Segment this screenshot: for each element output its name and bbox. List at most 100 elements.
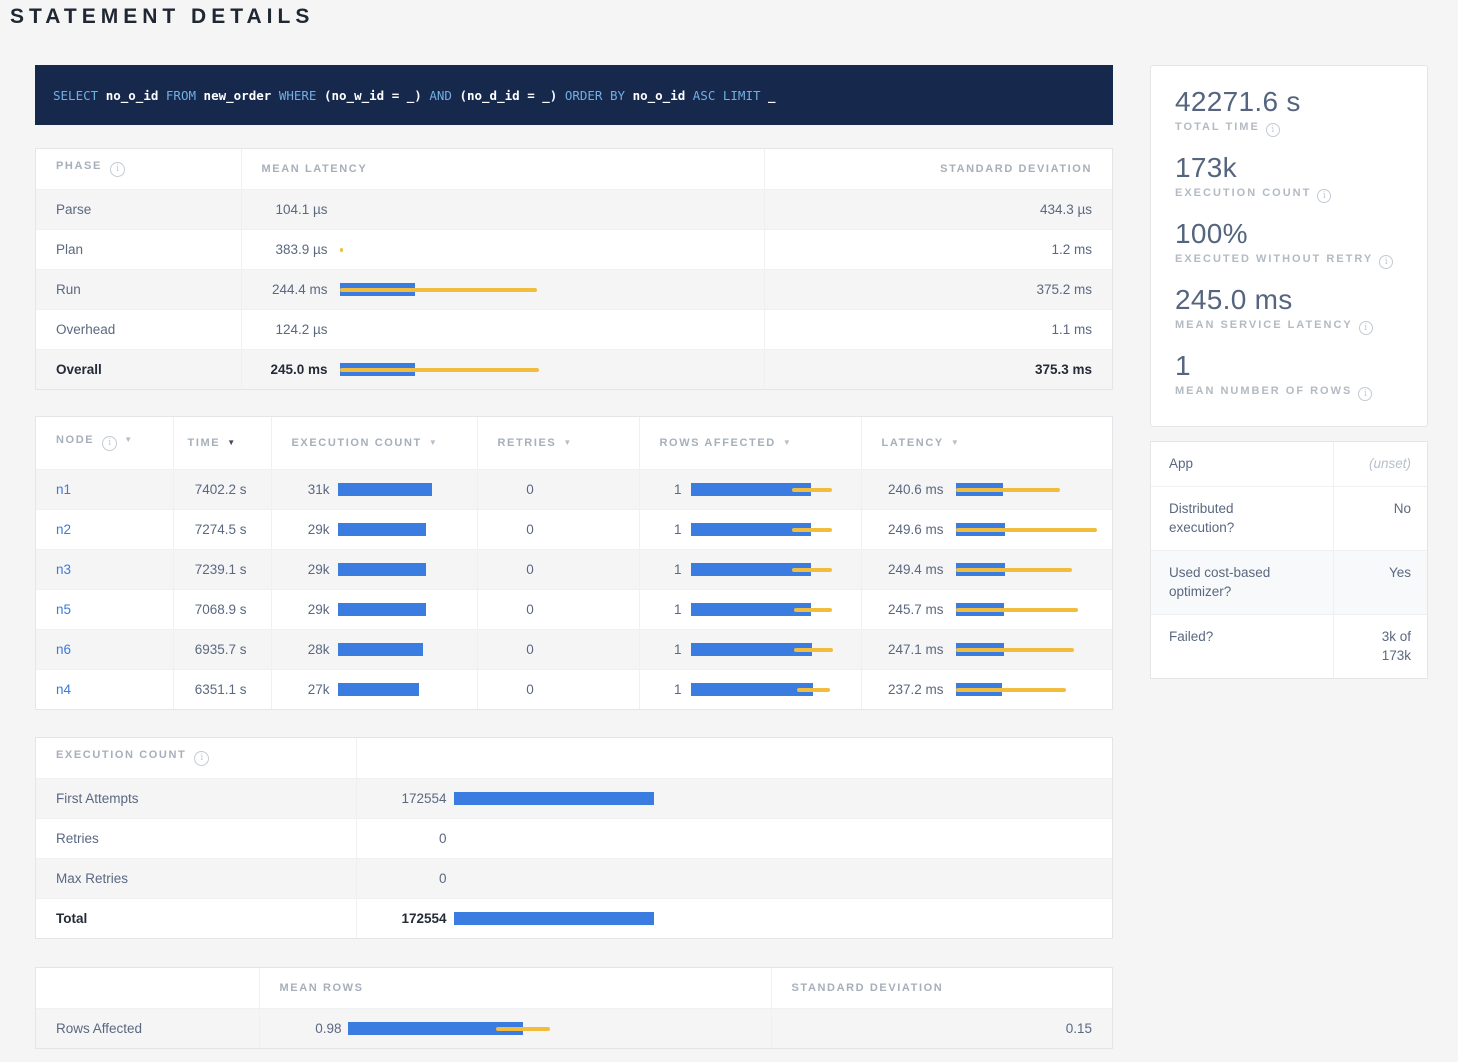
- exec-row-label: First Attempts: [56, 791, 139, 806]
- table-row: n1 7402.2 s 31k 0 1 240.6 ms: [36, 469, 1112, 509]
- stat-label: MEAN NUMBER OF ROWS: [1175, 385, 1352, 397]
- info-icon[interactable]: i: [102, 436, 117, 451]
- sort-arrow-icon: ▼: [783, 438, 791, 447]
- stat-label: EXECUTION COUNT: [1175, 187, 1311, 199]
- detail-value: (unset): [1369, 456, 1411, 471]
- detail-label: Distributed execution?: [1169, 499, 1277, 538]
- node-link[interactable]: n4: [56, 682, 71, 697]
- std-dev-value: 434.3 µs: [1040, 202, 1092, 217]
- sort-arrow-icon: ▼: [227, 438, 235, 447]
- node-link[interactable]: n6: [56, 642, 71, 657]
- node-column-header[interactable]: NODEi▼: [36, 417, 173, 469]
- info-icon[interactable]: i: [1317, 189, 1331, 203]
- node-link[interactable]: n2: [56, 522, 71, 537]
- sort-arrow-icon: ▼: [951, 438, 959, 447]
- statement-details-table: App (unset) Distributed execution? No Us…: [1151, 442, 1427, 678]
- rows-affected-header-row: MEAN ROWS STANDARD DEVIATION: [36, 968, 1112, 1008]
- execution-count-bar: [338, 683, 478, 696]
- phase-table-card: PHASEi MEAN LATENCY STANDARD DEVIATION P…: [35, 148, 1113, 390]
- latency-value: 247.1 ms: [862, 642, 944, 657]
- rows-affected-column-header[interactable]: ROWS AFFECTED▼: [639, 417, 861, 469]
- rows-affected-value: 1: [640, 682, 682, 697]
- table-row: Rows Affected 0.98 0.15: [36, 1008, 1112, 1048]
- table-row: Run 244.4 ms 375.2 ms: [36, 269, 1112, 309]
- std-dev-value: 0.15: [1066, 1021, 1092, 1036]
- phase-label: Overall: [56, 362, 102, 377]
- execution-count-header-label: EXECUTION COUNT: [292, 437, 422, 449]
- latency-value: 249.4 ms: [862, 562, 944, 577]
- stat-executed-without-retry: 100% EXECUTED WITHOUT RETRYi: [1175, 218, 1403, 269]
- rows-affected-bar: [691, 643, 843, 656]
- info-icon[interactable]: i: [1379, 255, 1393, 269]
- latency-bar: [956, 523, 1118, 536]
- info-icon[interactable]: i: [110, 162, 125, 177]
- phase-column-header[interactable]: PHASEi: [36, 149, 241, 189]
- mean-latency-column-header[interactable]: MEAN LATENCY: [241, 149, 764, 189]
- execution-count-value: 29k: [272, 602, 330, 617]
- time-value: 7402.2 s: [195, 482, 247, 497]
- detail-label: App: [1169, 454, 1193, 474]
- stat-value: 1: [1175, 350, 1403, 382]
- std-dev-value: 1.2 ms: [1051, 242, 1092, 257]
- mean-rows-value: 0.98: [260, 1021, 342, 1036]
- node-table-header-row: NODEi▼ TIME▼ EXECUTION COUNT▼ RETRIES▼ R…: [36, 417, 1112, 469]
- summary-stats-card: 42271.6 s TOTAL TIMEi 173k EXECUTION COU…: [1150, 65, 1428, 427]
- stat-label: TOTAL TIME: [1175, 121, 1260, 133]
- stat-value: 245.0 ms: [1175, 284, 1403, 316]
- node-link[interactable]: n3: [56, 562, 71, 577]
- exec-count-value: 0: [357, 831, 447, 846]
- time-value: 7068.9 s: [195, 602, 247, 617]
- detail-value: 3k of 173k: [1365, 627, 1411, 666]
- std-dev-value: 375.3 ms: [1035, 362, 1092, 377]
- mean-latency-value: 244.4 ms: [242, 282, 328, 297]
- table-row: Max Retries 0: [36, 858, 1112, 898]
- phase-table-header-row: PHASEi MEAN LATENCY STANDARD DEVIATION: [36, 149, 1112, 189]
- table-row: n2 7274.5 s 29k 0 1 249.6 ms: [36, 509, 1112, 549]
- table-row: First Attempts 172554: [36, 778, 1112, 818]
- exec-count-value: 172554: [357, 791, 447, 806]
- retries-column-header[interactable]: RETRIES▼: [477, 417, 639, 469]
- mean-latency-value: 383.9 µs: [242, 242, 328, 257]
- node-link[interactable]: n1: [56, 482, 71, 497]
- node-link[interactable]: n5: [56, 602, 71, 617]
- stat-label: EXECUTED WITHOUT RETRY: [1175, 253, 1373, 265]
- execution-count-column-header[interactable]: EXECUTION COUNT▼: [271, 417, 477, 469]
- execution-count-value: 29k: [272, 562, 330, 577]
- execution-count-bar: [338, 523, 478, 536]
- detail-row-distributed-execution: Distributed execution? No: [1151, 486, 1427, 550]
- latency-value: 249.6 ms: [862, 522, 944, 537]
- rows-affected-bar: [691, 483, 843, 496]
- info-icon[interactable]: i: [194, 751, 209, 766]
- mean-latency-value: 245.0 ms: [242, 362, 328, 377]
- latency-column-header[interactable]: LATENCY ▼: [861, 417, 1112, 469]
- rows-affected-bar: [691, 563, 843, 576]
- execution-count-bar: [338, 483, 478, 496]
- mean-latency-value: 104.1 µs: [242, 202, 328, 217]
- info-icon[interactable]: i: [1358, 387, 1372, 401]
- mean-latency-header-label: MEAN LATENCY: [262, 163, 368, 175]
- info-icon[interactable]: i: [1359, 321, 1373, 335]
- detail-row-failed: Failed? 3k of 173k: [1151, 614, 1427, 678]
- time-column-header[interactable]: TIME▼: [173, 417, 271, 469]
- exec-row-label: Total: [56, 911, 87, 926]
- rows-affected-header-spacer: [36, 968, 259, 1008]
- stat-execution-count: 173k EXECUTION COUNTi: [1175, 152, 1403, 203]
- retries-value: 0: [526, 602, 534, 617]
- retries-value: 0: [526, 482, 534, 497]
- standard-deviation-column-header[interactable]: STANDARD DEVIATION: [764, 149, 1112, 189]
- table-row: Retries 0: [36, 818, 1112, 858]
- summary-sidebar: 42271.6 s TOTAL TIMEi 173k EXECUTION COU…: [1150, 65, 1428, 679]
- execution-count-value: 29k: [272, 522, 330, 537]
- rows-affected-value: 1: [640, 522, 682, 537]
- latency-bar: [956, 683, 1118, 696]
- page-title: STATEMENT DETAILS: [10, 5, 314, 29]
- info-icon[interactable]: i: [1266, 123, 1280, 137]
- latency-header-label: LATENCY: [882, 437, 944, 449]
- table-row: n6 6935.7 s 28k 0 1 247.1 ms: [36, 629, 1112, 669]
- time-value: 7239.1 s: [195, 562, 247, 577]
- stat-label: MEAN SERVICE LATENCY: [1175, 319, 1353, 331]
- exec-row-label: Retries: [56, 831, 99, 846]
- detail-value: No: [1394, 501, 1411, 516]
- rows-affected-table-card: MEAN ROWS STANDARD DEVIATION Rows Affect…: [35, 967, 1113, 1049]
- table-row: n4 6351.1 s 27k 0 1 237.2 ms: [36, 669, 1112, 709]
